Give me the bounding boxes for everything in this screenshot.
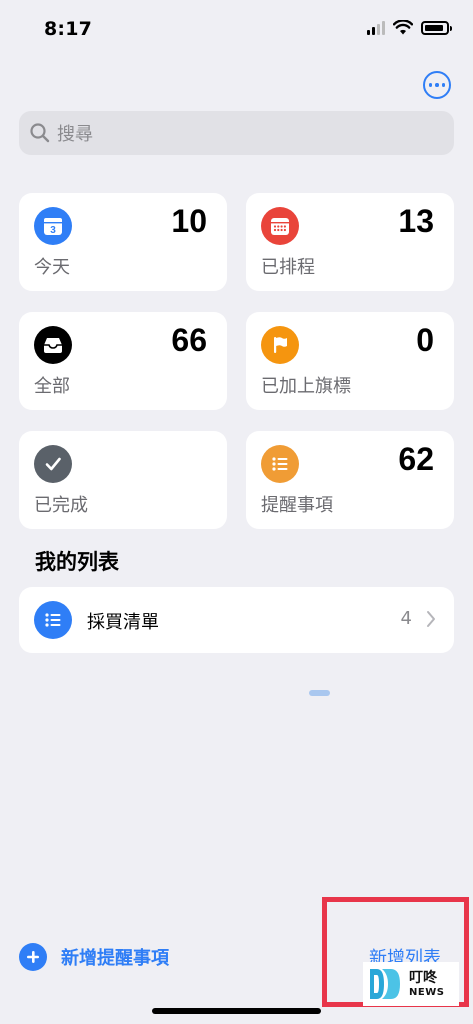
list-item-count: 4 bbox=[400, 608, 412, 629]
smart-list-today[interactable]: 3 10 今天 bbox=[19, 193, 227, 291]
smart-list-all[interactable]: 66 全部 bbox=[19, 312, 227, 410]
flagged-label: 已加上旗標 bbox=[261, 376, 351, 397]
checkmark-icon bbox=[34, 445, 72, 483]
more-options-button[interactable] bbox=[423, 71, 451, 99]
cellular-signal-icon bbox=[367, 20, 385, 35]
scheduled-count: 13 bbox=[398, 203, 434, 239]
watermark-brand-en: NEWS bbox=[409, 986, 445, 998]
plus-circle-icon bbox=[19, 943, 47, 971]
calendar-day-number: 3 bbox=[50, 225, 56, 236]
today-count: 10 bbox=[171, 203, 207, 239]
status-icons bbox=[367, 20, 452, 35]
tray-icon bbox=[34, 326, 72, 364]
ellipsis-dot bbox=[428, 83, 433, 87]
list-item-shopping[interactable]: 採買清單 4 bbox=[19, 587, 454, 653]
new-reminder-label: 新增提醒事項 bbox=[61, 948, 169, 969]
flagged-count: 0 bbox=[416, 322, 434, 358]
reminders-label: 提醒事項 bbox=[261, 495, 333, 516]
home-indicator[interactable] bbox=[152, 1008, 321, 1014]
new-reminder-button[interactable]: 新增提醒事項 bbox=[19, 943, 169, 971]
watermark-brand-cn: 叮咚 bbox=[409, 969, 437, 986]
ellipsis-dot bbox=[441, 83, 446, 87]
smart-list-completed[interactable]: 已完成 bbox=[19, 431, 227, 529]
today-label: 今天 bbox=[34, 257, 70, 278]
all-label: 全部 bbox=[34, 376, 70, 397]
chevron-right-icon bbox=[427, 611, 435, 627]
smart-list-flagged[interactable]: 0 已加上旗標 bbox=[246, 312, 454, 410]
completed-label: 已完成 bbox=[34, 495, 88, 516]
list-bullet-icon bbox=[261, 445, 299, 483]
search-icon bbox=[30, 123, 50, 143]
scheduled-label: 已排程 bbox=[261, 257, 315, 278]
search-field[interactable]: 搜尋 bbox=[19, 111, 454, 155]
calendar-today-icon: 3 bbox=[34, 207, 72, 245]
smart-list-scheduled[interactable]: 13 已排程 bbox=[246, 193, 454, 291]
my-lists-title: 我的列表 bbox=[35, 550, 119, 574]
drag-handle[interactable] bbox=[309, 690, 330, 696]
status-time: 8:17 bbox=[44, 18, 93, 40]
battery-icon bbox=[421, 20, 452, 35]
watermark-logo: 叮咚 NEWS bbox=[363, 962, 459, 1006]
list-bullet-icon bbox=[34, 601, 72, 639]
smart-list-reminders[interactable]: 62 提醒事項 bbox=[246, 431, 454, 529]
calendar-grid-icon bbox=[261, 207, 299, 245]
reminders-screen: 8:17 搜尋 3 10 今天 13 已排程 66 全部 0 已加上旗標 已完成… bbox=[0, 0, 473, 1024]
ellipsis-dot bbox=[435, 83, 439, 87]
search-placeholder: 搜尋 bbox=[57, 124, 93, 145]
brand-logo-icon bbox=[370, 969, 400, 999]
wifi-icon bbox=[393, 20, 413, 35]
all-count: 66 bbox=[171, 322, 207, 358]
flag-icon bbox=[261, 326, 299, 364]
list-item-name: 採買清單 bbox=[87, 612, 159, 633]
reminders-count: 62 bbox=[398, 441, 434, 477]
